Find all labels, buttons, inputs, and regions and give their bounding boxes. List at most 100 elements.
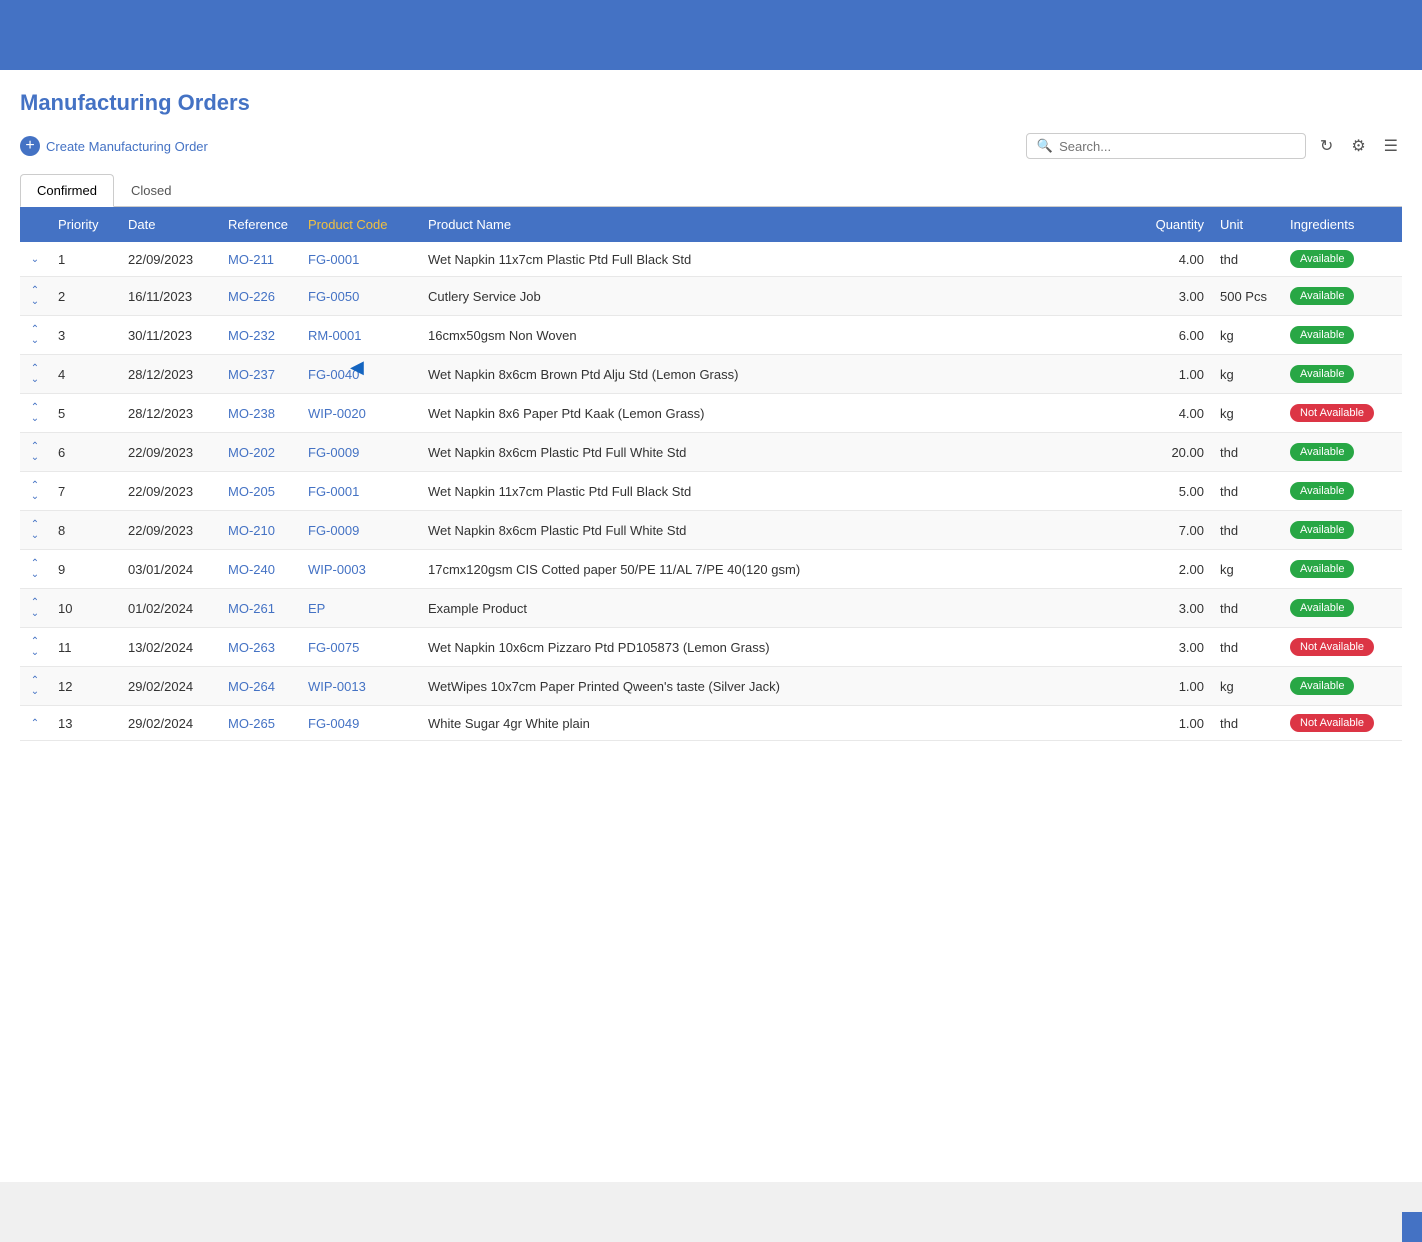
table-row[interactable]: ⌃⌄ 9 03/01/2024 MO-240 WIP-0003 17cmx120…	[20, 550, 1402, 589]
reference-link[interactable]: MO-263	[228, 640, 275, 655]
sort-cell[interactable]: ⌃⌄	[20, 316, 50, 355]
reference-cell[interactable]: MO-263	[220, 628, 300, 667]
settings-button[interactable]: ⚙	[1347, 132, 1369, 160]
reference-cell[interactable]: MO-264	[220, 667, 300, 706]
product-code-cell[interactable]: WIP-0020	[300, 394, 420, 433]
reference-link[interactable]: MO-237	[228, 367, 275, 382]
sort-cell[interactable]: ⌃⌄	[20, 355, 50, 394]
sort-arrows[interactable]: ⌃⌄	[28, 402, 42, 424]
sort-arrows[interactable]: ⌃⌄	[28, 558, 42, 580]
sort-arrows[interactable]: ⌃⌄	[28, 324, 42, 346]
table-row[interactable]: ⌃⌄ 5 28/12/2023 MO-238 WIP-0020 Wet Napk…	[20, 394, 1402, 433]
sort-arrows[interactable]: ⌃⌄	[28, 675, 42, 697]
product-code-link[interactable]: WIP-0020	[308, 406, 366, 421]
reference-link[interactable]: MO-210	[228, 523, 275, 538]
table-row[interactable]: ⌄ 1 22/09/2023 MO-211 FG-0001 Wet Napkin…	[20, 242, 1402, 277]
sort-arrows[interactable]: ⌃⌄	[28, 285, 42, 307]
product-code-cell[interactable]: FG-0050	[300, 277, 420, 316]
table-row[interactable]: ⌃⌄ 11 13/02/2024 MO-263 FG-0075 Wet Napk…	[20, 628, 1402, 667]
sort-arrows[interactable]: ⌃	[28, 718, 42, 729]
product-code-cell[interactable]: FG-0009	[300, 511, 420, 550]
sort-cell[interactable]: ⌃⌄	[20, 667, 50, 706]
table-row[interactable]: ⌃⌄ 4 28/12/2023 MO-237 FG-0040◀ Wet Napk…	[20, 355, 1402, 394]
table-row[interactable]: ⌃⌄ 12 29/02/2024 MO-264 WIP-0013 WetWipe…	[20, 667, 1402, 706]
table-row[interactable]: ⌃⌄ 10 01/02/2024 MO-261 EP Example Produ…	[20, 589, 1402, 628]
reference-cell[interactable]: MO-211	[220, 242, 300, 277]
reference-link[interactable]: MO-211	[228, 252, 274, 267]
search-input[interactable]	[1059, 139, 1295, 154]
product-code-link[interactable]: WIP-0003	[308, 562, 366, 577]
table-row[interactable]: ⌃⌄ 7 22/09/2023 MO-205 FG-0001 Wet Napki…	[20, 472, 1402, 511]
ingredients-badge: Available	[1290, 326, 1354, 344]
reference-link[interactable]: MO-261	[228, 601, 275, 616]
create-manufacturing-order-button[interactable]: + Create Manufacturing Order	[20, 136, 208, 156]
product-code-cell[interactable]: RM-0001	[300, 316, 420, 355]
sort-arrows[interactable]: ⌄	[28, 254, 42, 265]
product-code-cell[interactable]: FG-0009	[300, 433, 420, 472]
product-code-link[interactable]: FG-0075	[308, 640, 359, 655]
product-code-link[interactable]: FG-0001	[308, 484, 359, 499]
reference-link[interactable]: MO-264	[228, 679, 275, 694]
reference-link[interactable]: MO-238	[228, 406, 275, 421]
product-code-link[interactable]: EP	[308, 601, 325, 616]
product-code-link[interactable]: WIP-0013	[308, 679, 366, 694]
product-code-cell[interactable]: FG-0001	[300, 242, 420, 277]
sort-arrows[interactable]: ⌃⌄	[28, 363, 42, 385]
sort-cell[interactable]: ⌃⌄	[20, 550, 50, 589]
sort-arrows[interactable]: ⌃⌄	[28, 441, 42, 463]
table-row[interactable]: ⌃⌄ 3 30/11/2023 MO-232 RM-0001 16cmx50gs…	[20, 316, 1402, 355]
sort-cell[interactable]: ⌃⌄	[20, 511, 50, 550]
reference-link[interactable]: MO-226	[228, 289, 275, 304]
product-code-cell[interactable]: FG-0001	[300, 472, 420, 511]
product-code-cell[interactable]: EP	[300, 589, 420, 628]
sort-arrows[interactable]: ⌃⌄	[28, 480, 42, 502]
reference-cell[interactable]: MO-265	[220, 706, 300, 741]
sort-cell[interactable]: ⌄	[20, 242, 50, 277]
product-code-link[interactable]: FG-0009	[308, 445, 359, 460]
sort-cell[interactable]: ⌃⌄	[20, 628, 50, 667]
sort-cell[interactable]: ⌃⌄	[20, 472, 50, 511]
reference-cell[interactable]: MO-238	[220, 394, 300, 433]
refresh-button[interactable]: ↻	[1316, 132, 1337, 160]
product-code-link[interactable]: FG-0050	[308, 289, 359, 304]
sort-arrows[interactable]: ⌃⌄	[28, 519, 42, 541]
table-row[interactable]: ⌃⌄ 8 22/09/2023 MO-210 FG-0009 Wet Napki…	[20, 511, 1402, 550]
tab-closed[interactable]: Closed	[114, 174, 188, 206]
reference-cell[interactable]: MO-210	[220, 511, 300, 550]
sort-arrows[interactable]: ⌃⌄	[28, 597, 42, 619]
reference-link[interactable]: MO-205	[228, 484, 275, 499]
reference-cell[interactable]: MO-226	[220, 277, 300, 316]
sort-cell[interactable]: ⌃⌄	[20, 277, 50, 316]
product-code-cell[interactable]: WIP-0013	[300, 667, 420, 706]
list-view-button[interactable]: ☰	[1380, 132, 1402, 160]
sort-cell[interactable]: ⌃⌄	[20, 433, 50, 472]
product-code-cell[interactable]: FG-0049	[300, 706, 420, 741]
reference-link[interactable]: MO-232	[228, 328, 275, 343]
table-row[interactable]: ⌃⌄ 2 16/11/2023 MO-226 FG-0050 Cutlery S…	[20, 277, 1402, 316]
reference-link[interactable]: MO-240	[228, 562, 275, 577]
sort-arrows[interactable]: ⌃⌄	[28, 636, 42, 658]
reference-cell[interactable]: MO-202	[220, 433, 300, 472]
sort-cell[interactable]: ⌃⌄	[20, 394, 50, 433]
bottom-scroll-indicator[interactable]	[1402, 1212, 1422, 1242]
sort-cell[interactable]: ⌃⌄	[20, 589, 50, 628]
reference-link[interactable]: MO-265	[228, 716, 275, 731]
product-code-link[interactable]: FG-0049	[308, 716, 359, 731]
reference-cell[interactable]: MO-232	[220, 316, 300, 355]
product-code-cell[interactable]: FG-0040◀	[300, 355, 420, 394]
table-row[interactable]: ⌃⌄ 6 22/09/2023 MO-202 FG-0009 Wet Napki…	[20, 433, 1402, 472]
tab-confirmed[interactable]: Confirmed	[20, 174, 114, 207]
reference-link[interactable]: MO-202	[228, 445, 275, 460]
product-code-link[interactable]: RM-0001	[308, 328, 361, 343]
sort-cell[interactable]: ⌃	[20, 706, 50, 741]
reference-cell[interactable]: MO-240	[220, 550, 300, 589]
product-code-cell[interactable]: WIP-0003	[300, 550, 420, 589]
reference-cell[interactable]: MO-237	[220, 355, 300, 394]
reference-cell[interactable]: MO-205	[220, 472, 300, 511]
product-code-cell[interactable]: FG-0075	[300, 628, 420, 667]
product-code-link[interactable]: FG-0001	[308, 252, 359, 267]
table-row[interactable]: ⌃ 13 29/02/2024 MO-265 FG-0049 White Sug…	[20, 706, 1402, 741]
product-code-link[interactable]: FG-0040	[308, 367, 359, 382]
product-code-link[interactable]: FG-0009	[308, 523, 359, 538]
reference-cell[interactable]: MO-261	[220, 589, 300, 628]
